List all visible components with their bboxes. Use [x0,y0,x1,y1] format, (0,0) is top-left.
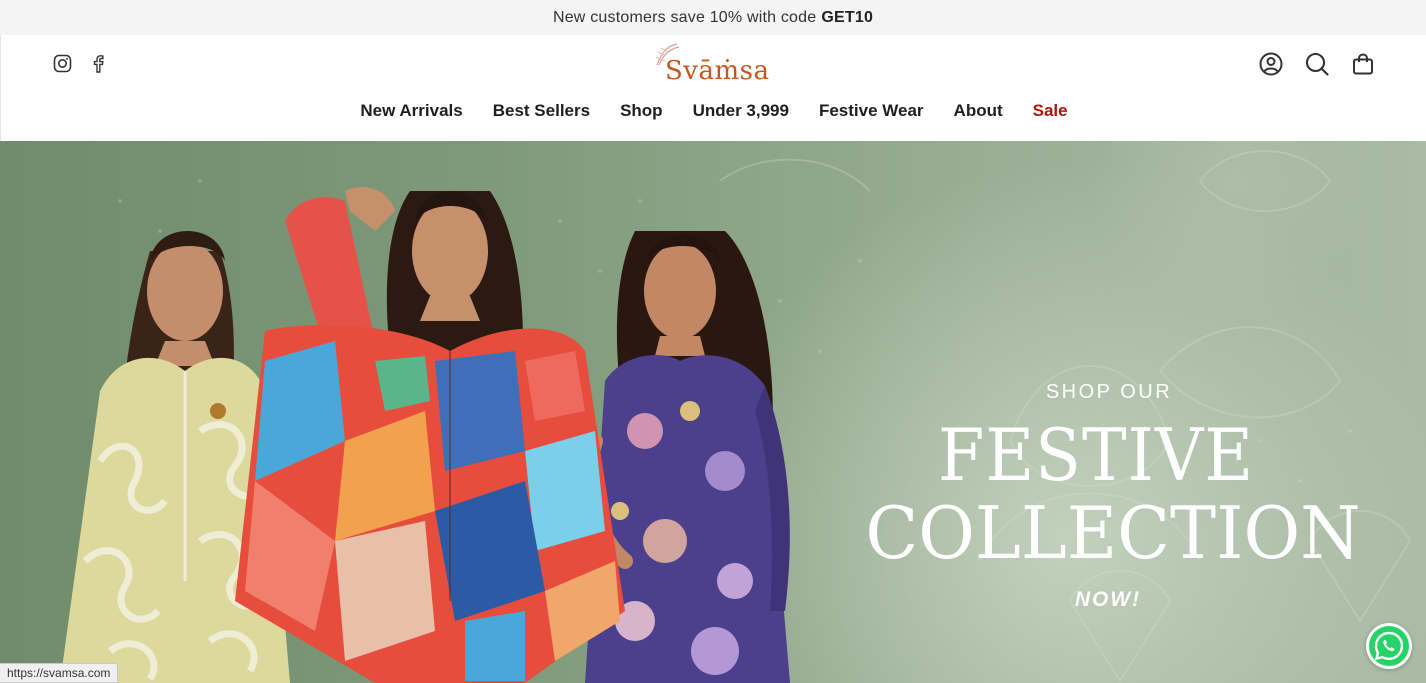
hero-banner[interactable]: SHOP OUR FESTIVE COLLECTION NOW! [0,141,1426,683]
nav-festive-wear[interactable]: Festive Wear [819,101,924,127]
facebook-icon[interactable] [89,54,108,73]
nav-under-3999[interactable]: Under 3,999 [693,101,789,127]
promo-title-line1: FESTIVE [937,413,1255,497]
model-center-image [235,187,625,683]
announcement-bar: New customers save 10% with code GET10 [0,0,1426,35]
promo-title-line2: COLLECTION [865,491,1361,575]
main-navigation: New Arrivals Best Sellers Shop Under 3,9… [1,101,1426,127]
account-icon[interactable] [1258,51,1284,77]
announcement-text: New customers save 10% with code [552,8,817,26]
brand-name: Svāṁsa [665,56,770,86]
whatsapp-icon [1369,626,1409,666]
search-icon[interactable] [1304,51,1330,77]
nav-best-sellers[interactable]: Best Sellers [493,101,590,127]
nav-about[interactable]: About [954,101,1003,127]
cart-icon[interactable] [1350,51,1376,77]
site-header: Svāṁsa New Arrivals Best Sellers Shop Un… [0,35,1426,141]
nav-shop[interactable]: Shop [620,101,663,127]
brand-logo[interactable]: Svāṁsa [653,43,777,86]
whatsapp-button[interactable] [1366,623,1412,669]
promo-overlay: SHOP OUR FESTIVE COLLECTION NOW! [838,381,1398,612]
promo-kicker: SHOP OUR [1045,381,1173,403]
utility-links [1258,51,1376,77]
social-links [53,54,108,73]
instagram-icon[interactable] [53,54,72,73]
nav-sale[interactable]: Sale [1033,101,1068,127]
status-bar-url: https://svamsa.com [0,663,119,683]
discount-code: GET10 [821,8,874,26]
promo-tag: NOW! [1074,588,1142,611]
nav-new-arrivals[interactable]: New Arrivals [360,101,462,127]
